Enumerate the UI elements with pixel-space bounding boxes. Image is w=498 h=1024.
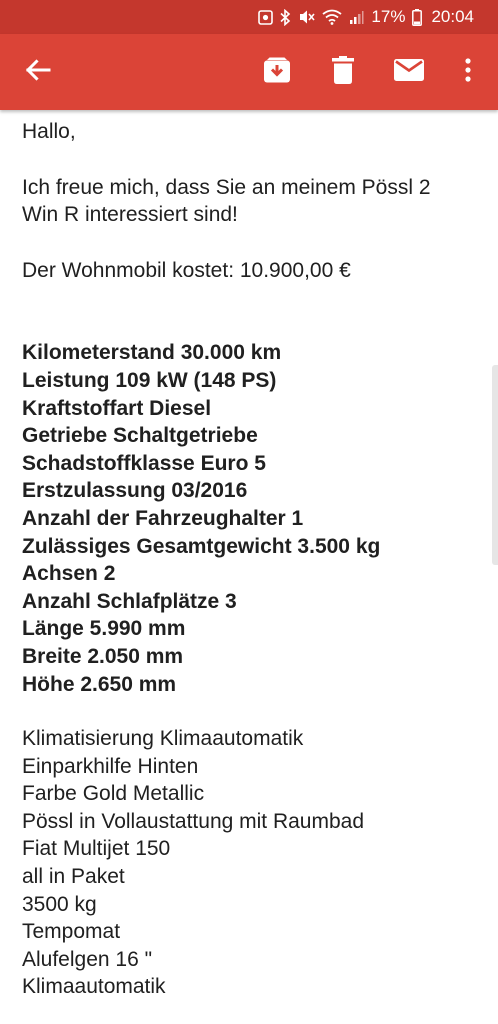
- battery-percent: 17%: [371, 7, 406, 26]
- feature-item: Tempomat: [22, 920, 121, 944]
- back-button[interactable]: [13, 34, 63, 110]
- battery-icon: [412, 8, 423, 26]
- notification-icon: [258, 9, 274, 25]
- spec-item: Leistung 109 kW (148 PS): [22, 368, 277, 392]
- spec-item: Höhe 2.650 mm: [22, 672, 177, 696]
- mute-icon: [298, 9, 316, 25]
- spec-item: Erstzulassung 03/2016: [22, 479, 248, 503]
- spec-item: Länge 5.990 mm: [22, 617, 186, 641]
- feature-item: Klimatisierung Klimaautomatik: [22, 727, 304, 751]
- spec-item: Kraftstoffart Diesel: [22, 396, 212, 420]
- feature-item: Fiat Multijet 150: [22, 837, 171, 861]
- feature-list: Klimatisierung Klimaautomatik Einparkhil…: [22, 725, 482, 1001]
- spec-list: Kilometerstand 30.000 km Leistung 109 kW…: [22, 339, 482, 698]
- spec-item: Getriebe Schaltgetriebe: [22, 424, 258, 448]
- status-bar: 17% 20:04: [0, 0, 498, 34]
- intro-text: Win R interessiert sind!: [22, 203, 238, 227]
- archive-icon: [263, 57, 291, 88]
- archive-button[interactable]: [252, 34, 302, 110]
- delete-icon: [332, 55, 354, 89]
- spec-item: Breite 2.050 mm: [22, 644, 184, 668]
- status-time: 20:04: [431, 7, 474, 26]
- feature-item: Pössl in Vollaustattung mit Raumbad: [22, 809, 365, 833]
- more-vert-icon: [465, 57, 471, 87]
- feature-item: Alufelgen 16 ": [22, 947, 153, 971]
- spec-item: Zulässiges Gesamtgewicht 3.500 kg: [22, 534, 381, 558]
- spec-item: Schadstoffklasse Euro 5: [22, 451, 266, 475]
- scrollbar[interactable]: [492, 365, 498, 565]
- feature-item: Farbe Gold Metallic: [22, 782, 205, 806]
- price-line: Der Wohnmobil kostet: 10.900,00 €: [22, 258, 351, 282]
- email-body: Hallo, Ich freue mich, dass Sie an meine…: [22, 118, 482, 1001]
- wifi-icon: [322, 9, 342, 25]
- spec-item: Kilometerstand 30.000 km: [22, 341, 282, 365]
- back-arrow-icon: [25, 58, 51, 86]
- app-bar: [0, 34, 498, 110]
- more-options-button[interactable]: [443, 34, 493, 110]
- feature-item: Einparkhilfe Hinten: [22, 754, 199, 778]
- mark-unread-button[interactable]: [384, 34, 434, 110]
- spec-item: Achsen 2: [22, 562, 116, 586]
- feature-item: Klimaautomatik: [22, 975, 166, 999]
- spec-item: Anzahl Schlafplätze 3: [22, 589, 237, 613]
- spec-item: Anzahl der Fahrzeughalter 1: [22, 506, 304, 530]
- bluetooth-icon: [280, 8, 291, 26]
- mark-unread-icon: [394, 58, 424, 86]
- feature-item: 3500 kg: [22, 892, 97, 916]
- intro-text: Ich freue mich, dass Sie an meinem Pössl…: [22, 175, 431, 199]
- signal-icon: [349, 10, 364, 25]
- feature-item: all in Paket: [22, 865, 125, 889]
- delete-button[interactable]: [318, 34, 368, 110]
- greeting: Hallo,: [22, 120, 76, 143]
